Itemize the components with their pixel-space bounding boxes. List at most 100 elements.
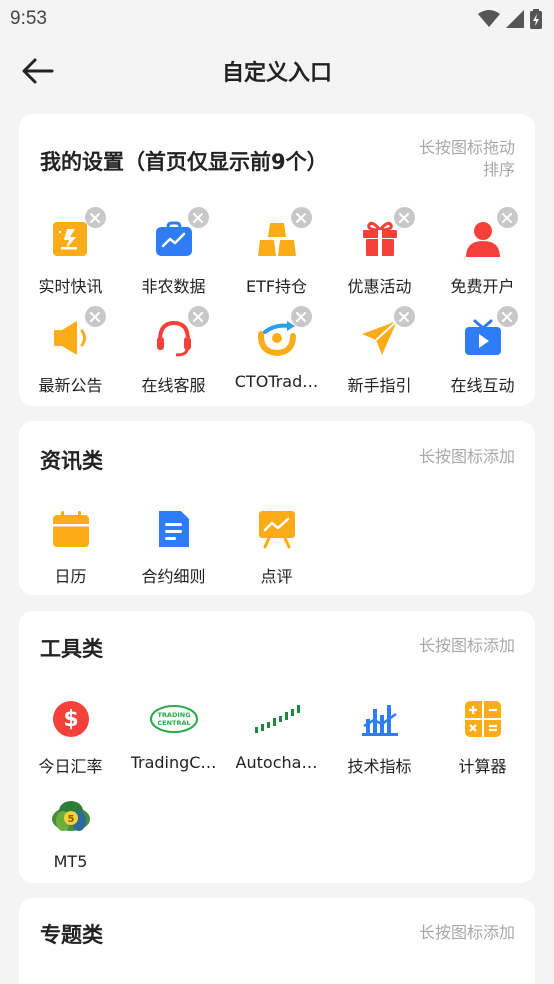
remove-button[interactable] [187, 306, 209, 327]
shortcut-contract-details[interactable]: 合约细则 [122, 507, 225, 597]
item-label: 合约细则 [141, 567, 206, 586]
remove-button[interactable] [187, 207, 209, 228]
tools-card: 工具类 长按图标添加 $ 今日汇率 TRADING CENTRAL Trading… [19, 611, 535, 883]
item-label: ETF持仓 [245, 277, 308, 296]
remove-button[interactable] [290, 306, 312, 327]
hint-line-2: 排序 [482, 160, 515, 179]
item-label: 技术指标 [347, 757, 412, 776]
item-label: Autocha… [235, 753, 318, 772]
close-icon [90, 212, 100, 223]
easel-chart-icon [258, 511, 295, 549]
shortcut-calculator[interactable]: 计算器 [431, 697, 534, 787]
briefcase-chart-icon [155, 221, 192, 256]
shortcut-ctotrader[interactable]: CTOTrad… [225, 306, 328, 406]
shortcut-mt5[interactable]: 5 MT5 [19, 796, 122, 886]
tv-play-icon [464, 319, 501, 355]
user-icon [465, 222, 500, 257]
remove-button[interactable] [496, 207, 518, 228]
mt5-badge: 5 [67, 814, 74, 825]
shortcut-free-account[interactable]: 免费开户 [431, 207, 534, 307]
shortcut-trading-central[interactable]: TRADING CENTRAL TradingC… [122, 697, 225, 787]
shortcut-commentary[interactable]: 点评 [225, 507, 328, 597]
shortcut-etf-holdings[interactable]: ETF持仓 [225, 207, 328, 307]
item-label: 在线客服 [141, 376, 206, 395]
shortcut-exchange-rate[interactable]: $ 今日汇率 [19, 697, 122, 787]
arrow-left-icon [22, 58, 54, 84]
cell-signal-icon [506, 10, 524, 28]
item-label: 在线互动 [450, 376, 515, 395]
headset-icon [156, 320, 191, 357]
tools-header: 工具类 长按图标添加 [19, 611, 535, 691]
tc-logo-text-2: CENTRAL [157, 719, 190, 727]
close-icon [296, 311, 306, 322]
shortcut-beginner-guide[interactable]: 新手指引 [328, 306, 431, 406]
hint-line-1: 长按图标拖动 [418, 138, 515, 157]
news-header: 资讯类 长按图标添加 [19, 421, 535, 501]
item-label: 最新公告 [38, 376, 103, 395]
gold-bars-icon [257, 223, 296, 256]
shortcut-nonfarm-data[interactable]: 非农数据 [122, 207, 225, 307]
item-label: 实时快讯 [38, 277, 103, 296]
topics-header: 专题类 长按图标添加 [19, 898, 535, 978]
autochartist-logo-icon [254, 705, 300, 733]
item-label: MT5 [53, 852, 88, 871]
remove-button[interactable] [84, 207, 106, 228]
shortcut-flash-news[interactable]: 实时快讯 [19, 207, 122, 307]
tc-logo-text-1: TRADING [157, 711, 190, 719]
close-icon [193, 311, 203, 322]
item-label: 非农数据 [141, 277, 206, 296]
item-label: 今日汇率 [38, 757, 103, 776]
paper-plane-icon [361, 320, 398, 355]
item-label: 新手指引 [347, 376, 412, 395]
status-icons [478, 9, 542, 29]
remove-button[interactable] [84, 306, 106, 327]
remove-button[interactable] [393, 306, 415, 327]
close-icon [296, 212, 306, 223]
status-time: 9:53 [10, 8, 47, 29]
speaker-icon [53, 321, 86, 355]
close-icon [90, 311, 100, 322]
calendar-icon [52, 511, 89, 547]
close-icon [399, 212, 409, 223]
my-settings-header: 我的设置（首页仅显示前9个） 长按图标拖动 排序 [19, 114, 535, 194]
topics-card: 专题类 长按图标添加 [19, 898, 535, 984]
shortcut-technical-indicators[interactable]: 技术指标 [328, 697, 431, 787]
remove-button[interactable] [393, 207, 415, 228]
shortcut-online-interaction[interactable]: 在线互动 [431, 306, 534, 406]
gift-icon [362, 221, 397, 256]
shortcut-promotions[interactable]: 优惠活动 [328, 207, 431, 307]
news-title: 资讯类 [40, 449, 103, 473]
back-button[interactable] [18, 54, 58, 88]
tools-hint: 长按图标添加 [418, 636, 515, 655]
shortcut-autochartist[interactable]: Autocha… [225, 697, 328, 787]
battery-icon [530, 9, 542, 29]
my-settings-title: 我的设置（首页仅显示前9个） [40, 150, 328, 174]
dollar-icon: $ [52, 701, 89, 737]
wifi-icon [478, 10, 500, 27]
remove-button[interactable] [496, 306, 518, 327]
status-bar: 9:53 [0, 0, 554, 38]
document-icon [158, 511, 189, 547]
shortcut-announcements[interactable]: 最新公告 [19, 306, 122, 406]
calculator-icon [464, 701, 501, 737]
my-settings-hint: 长按图标拖动 排序 [419, 137, 515, 181]
item-label: 优惠活动 [347, 277, 412, 296]
item-label: 日历 [54, 567, 87, 586]
my-settings-card: 我的设置（首页仅显示前9个） 长按图标拖动 排序 实时快讯 非农数据 ETF持仓 [19, 114, 535, 406]
news-card: 资讯类 长按图标添加 日历 合约细则 点评 [19, 421, 535, 595]
tools-title: 工具类 [40, 637, 103, 661]
flash-news-icon [52, 222, 87, 256]
trading-central-logo-icon: TRADINGCENTRAL [149, 705, 198, 733]
shortcut-customer-service[interactable]: 在线客服 [122, 306, 225, 406]
bar-chart-icon [361, 705, 398, 736]
mt5-logo-icon: 5 [51, 801, 90, 831]
item-label: 点评 [260, 567, 293, 586]
close-icon [502, 212, 512, 223]
shortcut-calendar[interactable]: 日历 [19, 507, 122, 597]
close-icon [399, 311, 409, 322]
remove-button[interactable] [290, 207, 312, 228]
news-hint: 长按图标添加 [418, 447, 515, 466]
item-label: 计算器 [458, 757, 507, 776]
close-icon [193, 212, 203, 223]
item-label: CTOTrad… [234, 372, 319, 391]
